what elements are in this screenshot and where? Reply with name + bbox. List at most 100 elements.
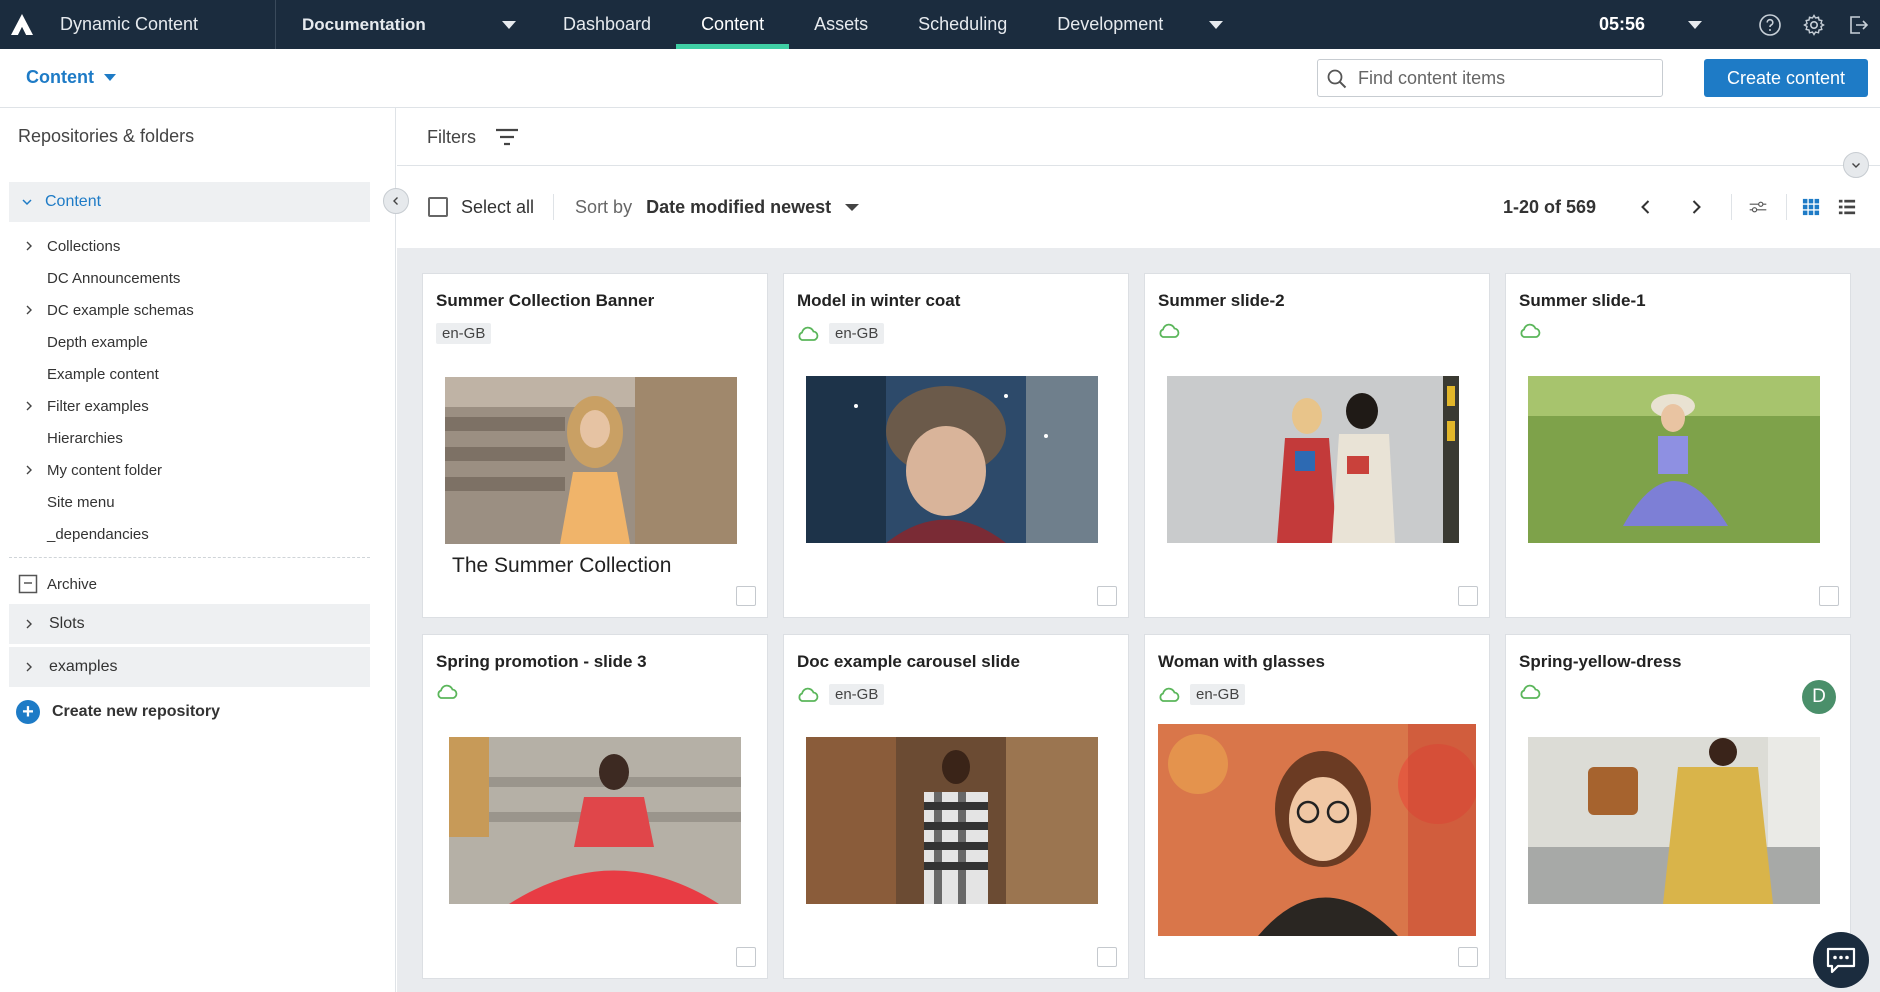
chevron-down-icon	[502, 20, 516, 29]
tab-content[interactable]: Content	[676, 0, 790, 49]
card-image	[806, 737, 1098, 904]
sliders-icon	[1749, 201, 1767, 213]
next-page-button[interactable]	[1676, 187, 1716, 227]
repository-examples[interactable]: examples	[9, 647, 370, 687]
folder-item-filter-examples[interactable]: Filter examples	[0, 390, 370, 422]
display-settings-button[interactable]	[1738, 187, 1778, 227]
sort-by-label: Sort by	[575, 196, 633, 217]
content-card[interactable]: Doc example carousel slide en-GB	[783, 634, 1129, 979]
card-checkbox[interactable]	[736, 947, 756, 967]
folder-item-example-content[interactable]: Example content	[0, 358, 370, 390]
content-breadcrumb[interactable]: Content	[26, 67, 116, 88]
tab-scheduling[interactable]: Scheduling	[893, 0, 1032, 49]
content-card[interactable]: Spring promotion - slide 3	[422, 634, 768, 979]
chevron-left-icon	[1641, 200, 1650, 214]
content-card[interactable]: Woman with glasses en-GB	[1144, 634, 1490, 979]
tab-dashboard[interactable]: Dashboard	[538, 0, 676, 49]
folder-item-dc-announcements[interactable]: DC Announcements	[0, 262, 370, 294]
settings-button[interactable]	[1792, 0, 1836, 49]
archive-item[interactable]: Archive	[18, 568, 97, 600]
cloud-icon	[798, 326, 819, 341]
search-input[interactable]	[1358, 67, 1648, 89]
yellow-dress-image	[1528, 737, 1820, 904]
previous-page-button[interactable]	[1626, 187, 1666, 227]
search-icon	[1327, 69, 1347, 89]
app-name: Dynamic Content	[60, 14, 199, 34]
nav-tabs: Dashboard Content Assets Scheduling Deve…	[538, 0, 1248, 49]
content-card[interactable]: Spring-yellow-dress D	[1505, 634, 1851, 979]
card-meta	[1158, 323, 1190, 339]
glasses-portrait-image	[1158, 724, 1476, 936]
collapse-sidebar-button[interactable]	[383, 188, 409, 214]
content-card[interactable]: Summer Collection Banner en-GB The Summe…	[422, 273, 768, 618]
card-checkbox[interactable]	[736, 586, 756, 606]
repositories-sidebar: Repositories & folders Content Collectio…	[0, 108, 396, 992]
chat-icon	[1826, 947, 1856, 974]
filters-toggle[interactable]: Filters	[427, 126, 520, 148]
card-checkbox[interactable]	[1097, 586, 1117, 606]
winter-hat-image	[806, 376, 1098, 543]
chevron-right-icon[interactable]	[23, 304, 35, 316]
content-card[interactable]: Summer slide-1	[1505, 273, 1851, 618]
chevron-right-icon[interactable]	[23, 240, 35, 252]
grid-view-button[interactable]	[1791, 187, 1831, 227]
cloud-icon	[1520, 323, 1541, 338]
avatar[interactable]: D	[1802, 680, 1836, 714]
card-image	[445, 377, 737, 544]
card-checkbox[interactable]	[1458, 947, 1478, 967]
folder-item-dc-example-schemas[interactable]: DC example schemas	[0, 294, 370, 326]
hub-selector[interactable]: Documentation	[276, 0, 538, 49]
card-checkbox[interactable]	[1097, 947, 1117, 967]
create-repository-button[interactable]: + Create new repository	[16, 700, 220, 724]
list-view-button[interactable]	[1827, 187, 1867, 227]
card-title: Summer Collection Banner	[436, 291, 655, 310]
logout-button[interactable]	[1836, 0, 1880, 49]
sort-dropdown[interactable]: Date modified newest	[646, 197, 860, 218]
chat-button[interactable]	[1813, 932, 1869, 988]
cloud-icon	[1159, 687, 1180, 702]
repository-slots[interactable]: Slots	[9, 604, 370, 644]
card-image	[1158, 724, 1476, 936]
card-title: Summer slide-2	[1158, 291, 1285, 310]
content-card[interactable]: Summer slide-2	[1144, 273, 1490, 618]
card-meta: en-GB	[797, 684, 885, 705]
two-friends-image	[1167, 376, 1459, 543]
card-checkbox[interactable]	[1819, 586, 1839, 606]
create-content-button[interactable]: Create content	[1704, 59, 1868, 97]
locale-badge: en-GB	[829, 323, 885, 344]
brand[interactable]: Dynamic Content	[0, 0, 276, 49]
repository-content[interactable]: Content	[9, 182, 370, 222]
archive-icon	[18, 574, 38, 594]
folder-item-dependancies[interactable]: _dependancies	[0, 518, 370, 550]
folder-item-collections[interactable]: Collections	[0, 230, 370, 262]
folder-tree: Collections DC Announcements DC example …	[0, 230, 370, 550]
folder-item-site-menu[interactable]: Site menu	[0, 486, 370, 518]
chevron-left-icon	[393, 197, 398, 205]
time-dropdown-icon[interactable]	[1688, 20, 1702, 29]
card-checkbox[interactable]	[1458, 586, 1478, 606]
folder-item-hierarchies[interactable]: Hierarchies	[0, 422, 370, 454]
card-meta: en-GB	[797, 323, 885, 344]
toolbar-divider	[553, 194, 555, 220]
chevron-down-icon	[1209, 20, 1224, 29]
chevron-right-icon[interactable]	[23, 464, 35, 476]
locale-badge: en-GB	[829, 684, 885, 705]
card-title: Model in winter coat	[797, 291, 961, 310]
select-all-checkbox[interactable]	[428, 197, 448, 217]
hub-name: Documentation	[302, 14, 426, 34]
card-image	[1528, 737, 1820, 904]
tab-development[interactable]: Development	[1032, 0, 1248, 49]
cloud-icon	[1520, 684, 1541, 699]
content-card[interactable]: Model in winter coat en-GB	[783, 273, 1129, 618]
card-image	[1167, 376, 1459, 543]
folder-item-depth-example[interactable]: Depth example	[0, 326, 370, 358]
folder-item-my-content-folder[interactable]: My content folder	[0, 454, 370, 486]
clock: 05:56	[1598, 14, 1645, 34]
plus-icon: +	[16, 700, 40, 724]
tab-assets[interactable]: Assets	[789, 0, 893, 49]
help-button[interactable]	[1748, 0, 1792, 49]
card-meta	[1519, 323, 1551, 339]
list-icon	[1838, 199, 1856, 215]
amplience-logo-icon	[11, 13, 33, 35]
chevron-right-icon[interactable]	[23, 400, 35, 412]
